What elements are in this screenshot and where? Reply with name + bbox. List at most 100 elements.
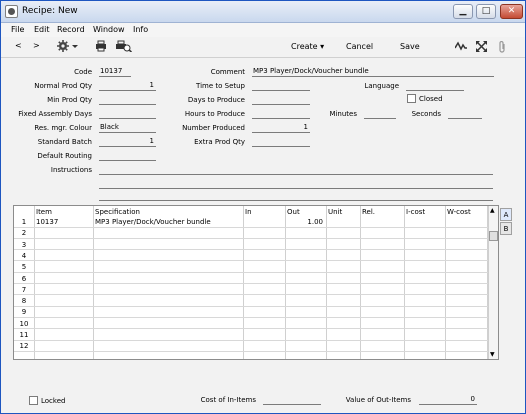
row-number: 4 <box>21 251 27 260</box>
row-number: 12 <box>19 342 29 351</box>
expand-arrows-icon <box>475 40 488 53</box>
hours-to-produce-label: Hours to Produce <box>184 110 245 118</box>
row-number: 1 <box>21 218 27 226</box>
window-title: Recipe: New <box>22 6 78 16</box>
tab-b[interactable]: B <box>500 222 512 235</box>
row-number: 6 <box>21 274 27 283</box>
table-row[interactable]: 5 <box>14 263 488 273</box>
print-preview-button[interactable] <box>116 40 132 54</box>
cell-out[interactable]: 1.00 <box>285 218 323 227</box>
close-button[interactable]: ✕ <box>500 4 523 19</box>
activity-button[interactable] <box>454 41 467 53</box>
table-row[interactable]: 11 <box>14 331 488 341</box>
code-label: Code <box>74 68 92 76</box>
table-row[interactable]: 4 <box>14 252 488 262</box>
scroll-up-icon[interactable]: ▲ <box>490 207 495 214</box>
cancel-button[interactable]: Cancel <box>346 42 373 51</box>
time-to-setup-label: Time to Setup <box>196 82 245 90</box>
language-field[interactable] <box>406 80 464 91</box>
instructions-line-1[interactable] <box>99 164 493 175</box>
table-row[interactable]: 2 <box>14 229 488 239</box>
cell-item[interactable]: 10137 <box>36 218 58 227</box>
res-mgr-colour-label: Res. mgr. Colour <box>34 124 92 132</box>
recipe-rows-grid: Item Specification In Out Unit Rel. I-co… <box>13 205 499 360</box>
instructions-line-2[interactable] <box>99 178 493 189</box>
min-prod-qty-field[interactable] <box>99 94 156 105</box>
scroll-thumb[interactable] <box>489 231 498 241</box>
previous-record-button[interactable]: < <box>15 41 22 50</box>
printer-icon <box>96 40 106 52</box>
recipe-window: Recipe: New ▁ □ ✕ File Edit Record Windo… <box>0 0 526 414</box>
value-out-items-field: 0 <box>419 394 477 405</box>
table-row[interactable]: 7 <box>14 286 488 296</box>
default-routing-field[interactable] <box>99 150 156 161</box>
comment-field[interactable]: MP3 Player/Dock/Voucher bundle <box>252 66 494 77</box>
row-number: 8 <box>21 297 27 306</box>
days-to-produce-field[interactable] <box>252 94 310 105</box>
row-number: 9 <box>21 308 27 317</box>
create-label: Create <box>291 42 318 51</box>
menu-edit[interactable]: Edit <box>34 25 50 34</box>
column-header-w-cost: W-cost <box>447 208 471 216</box>
row-number: 2 <box>21 229 27 238</box>
default-routing-label: Default Routing <box>37 152 92 160</box>
time-to-setup-field[interactable] <box>252 80 310 91</box>
fixed-assembly-days-label: Fixed Assembly Days <box>18 110 92 118</box>
row-number: 3 <box>21 240 27 249</box>
menu-info[interactable]: Info <box>133 25 148 34</box>
table-row[interactable]: 8 <box>14 297 488 307</box>
menu-file[interactable]: File <box>11 25 24 34</box>
code-field[interactable]: 10137 <box>99 66 131 77</box>
grid-tabs: A B <box>500 208 512 236</box>
paperclip-icon <box>499 40 505 53</box>
table-row[interactable]: 12 <box>14 342 488 352</box>
maximize-button[interactable]: □ <box>476 4 496 19</box>
number-produced-field[interactable]: 1 <box>252 122 310 133</box>
app-icon <box>5 5 18 18</box>
fixed-assembly-days-field[interactable] <box>99 108 156 119</box>
normal-prod-qty-label: Normal Prod Qty <box>34 82 92 90</box>
menu-window[interactable]: Window <box>93 25 125 34</box>
grid-scrollbar[interactable]: ▲ ▼ <box>488 206 498 359</box>
title-bar: Recipe: New ▁ □ ✕ <box>1 1 525 23</box>
save-button[interactable]: Save <box>400 42 420 51</box>
locked-checkbox[interactable] <box>29 396 38 405</box>
column-header-unit: Unit <box>328 208 343 216</box>
table-row[interactable]: 10 <box>14 320 488 330</box>
menu-bar: File Edit Record Window Info <box>1 23 525 37</box>
print-button[interactable] <box>95 40 107 54</box>
operations-menu-button[interactable] <box>57 40 79 54</box>
table-row[interactable]: 1 10137 MP3 Player/Dock/Voucher bundle 1.00 <box>14 218 488 228</box>
table-row[interactable]: 6 <box>14 275 488 285</box>
extra-prod-qty-field[interactable] <box>252 136 310 147</box>
closed-checkbox[interactable] <box>407 94 416 103</box>
cost-in-items-label: Cost of In-Items <box>200 396 256 404</box>
standard-batch-field[interactable]: 1 <box>99 136 156 147</box>
row-number: 5 <box>21 263 27 272</box>
res-mgr-colour-field[interactable]: Black <box>99 122 156 133</box>
create-button[interactable]: Create ▾ <box>291 42 324 51</box>
row-number: 10 <box>19 319 29 328</box>
value-out-items-label: Value of Out-Items <box>345 396 411 404</box>
language-label: Language <box>364 82 399 90</box>
normal-prod-qty-field[interactable]: 1 <box>99 80 156 91</box>
table-row[interactable]: 9 <box>14 308 488 318</box>
attachment-button[interactable] <box>497 40 507 55</box>
scroll-down-icon[interactable]: ▼ <box>490 351 495 358</box>
column-header-out: Out <box>287 208 300 216</box>
minimize-button[interactable]: ▁ <box>453 4 473 19</box>
closed-label: Closed <box>419 95 443 103</box>
row-number: 11 <box>19 331 29 339</box>
number-produced-label: Number Produced <box>182 124 245 132</box>
cell-spec[interactable]: MP3 Player/Dock/Voucher bundle <box>95 218 211 227</box>
chevron-down-icon: ▾ <box>320 42 325 51</box>
seconds-field[interactable] <box>448 108 482 119</box>
table-row[interactable]: 3 <box>14 241 488 251</box>
hours-to-produce-field[interactable] <box>252 108 310 119</box>
minutes-field[interactable] <box>364 108 396 119</box>
instructions-line-3[interactable] <box>99 190 493 201</box>
menu-record[interactable]: Record <box>57 25 85 34</box>
next-record-button[interactable]: > <box>33 41 40 50</box>
expand-button[interactable] <box>475 40 488 54</box>
tab-a[interactable]: A <box>500 208 512 221</box>
